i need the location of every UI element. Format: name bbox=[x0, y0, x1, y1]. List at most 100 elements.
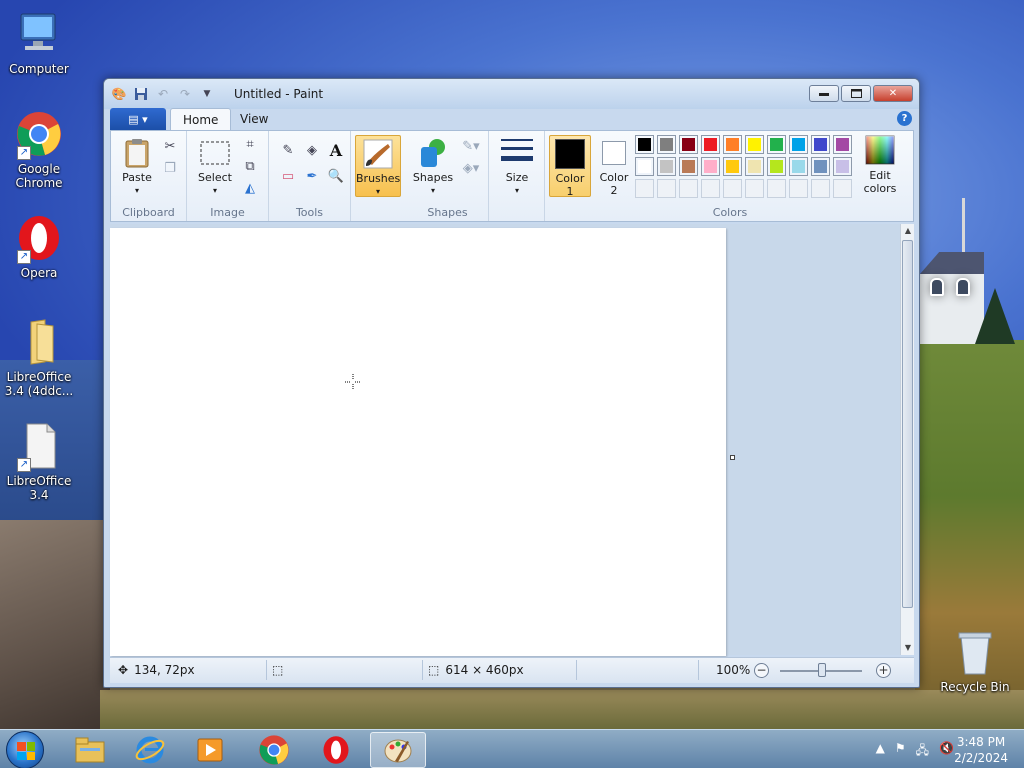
custom-color-slot[interactable] bbox=[723, 179, 742, 198]
color-swatch[interactable] bbox=[745, 135, 764, 154]
custom-color-slot[interactable] bbox=[635, 179, 654, 198]
crop-icon[interactable]: ⌗ bbox=[239, 133, 261, 155]
pencil-icon[interactable]: ✎ bbox=[277, 139, 299, 161]
copy-icon[interactable]: ❐ bbox=[159, 157, 181, 179]
color-swatch[interactable] bbox=[833, 157, 852, 176]
edit-colors-button[interactable]: Edit colors bbox=[859, 135, 901, 195]
show-hidden-icons-icon[interactable]: ▲ bbox=[876, 741, 885, 762]
desktop-icon-label: Opera bbox=[20, 266, 58, 280]
color-swatch[interactable] bbox=[657, 135, 676, 154]
color2-button[interactable]: Color 2 bbox=[593, 135, 635, 197]
cut-icon[interactable]: ✂ bbox=[159, 135, 181, 157]
magnifier-icon[interactable]: 🔍 bbox=[325, 165, 347, 187]
custom-color-slot[interactable] bbox=[657, 179, 676, 198]
color1-button[interactable]: Color 1 bbox=[549, 135, 591, 198]
color-swatch[interactable] bbox=[701, 135, 720, 154]
custom-color-slot[interactable] bbox=[789, 179, 808, 198]
scroll-up-icon[interactable]: ▲ bbox=[901, 224, 915, 238]
brushes-button[interactable]: Brushes ▾ bbox=[355, 135, 401, 197]
zoom-in-button[interactable]: + bbox=[876, 663, 891, 678]
color-swatch[interactable] bbox=[833, 135, 852, 154]
color-swatch[interactable] bbox=[789, 157, 808, 176]
resize-icon[interactable]: ⧉ bbox=[239, 155, 261, 177]
move-cursor-icon: ✥ bbox=[118, 663, 129, 677]
desktop-icon-opera[interactable]: ↗ Opera bbox=[0, 214, 78, 280]
custom-color-slot[interactable] bbox=[811, 179, 830, 198]
color-swatch[interactable] bbox=[679, 135, 698, 154]
taskbar-opera[interactable] bbox=[308, 732, 364, 768]
fill-bucket-icon[interactable]: ◈ bbox=[301, 139, 323, 161]
zoom-out-button[interactable]: − bbox=[754, 663, 769, 678]
color-swatch[interactable] bbox=[657, 157, 676, 176]
taskbar-media-player[interactable] bbox=[182, 732, 238, 768]
paint-app-icon[interactable]: 🎨 bbox=[110, 85, 128, 103]
color-swatch[interactable] bbox=[767, 157, 786, 176]
drawing-canvas[interactable] bbox=[110, 228, 726, 656]
rotate-icon[interactable]: ◭ bbox=[239, 177, 261, 199]
desktop-icon-google-chrome[interactable]: ↗ Google Chrome bbox=[0, 110, 78, 190]
scroll-thumb[interactable] bbox=[902, 240, 913, 608]
desktop-icon-computer[interactable]: Computer bbox=[0, 10, 78, 76]
text-tool-icon[interactable]: A bbox=[325, 139, 347, 161]
color-swatch[interactable] bbox=[635, 157, 654, 176]
select-button[interactable]: Select ▾ bbox=[193, 137, 237, 197]
file-menu-button[interactable]: ▤ ▾ bbox=[110, 108, 166, 130]
canvas-resize-handle[interactable] bbox=[730, 455, 735, 460]
taskbar-chrome[interactable] bbox=[246, 732, 302, 768]
desktop-icon-libreoffice-folder[interactable]: LibreOffice 3.4 (4ddc... bbox=[0, 318, 78, 398]
clock[interactable]: 3:48 PM 2/2/2024 bbox=[954, 734, 1008, 766]
quick-access-toolbar: 🎨 ↶ ↷ ▼ bbox=[110, 85, 216, 103]
color-swatch[interactable] bbox=[745, 157, 764, 176]
start-button[interactable] bbox=[6, 731, 44, 768]
group-size: Size ▾ bbox=[489, 131, 545, 221]
color-swatch[interactable] bbox=[723, 157, 742, 176]
status-bar: ✥ 134, 72px ⬚ ⬚ 614 × 460px 100% − + bbox=[110, 657, 914, 683]
color-swatch[interactable] bbox=[811, 157, 830, 176]
taskbar-internet-explorer[interactable] bbox=[122, 732, 178, 768]
close-button[interactable]: ✕ bbox=[873, 85, 913, 102]
size-label: Size bbox=[505, 171, 529, 184]
custom-color-slot[interactable] bbox=[701, 179, 720, 198]
custom-color-slot[interactable] bbox=[833, 179, 852, 198]
taskbar-paint[interactable] bbox=[370, 732, 426, 768]
color-swatch[interactable] bbox=[767, 135, 786, 154]
custom-color-slot[interactable] bbox=[679, 179, 698, 198]
tab-view[interactable]: View bbox=[228, 108, 280, 130]
paste-button[interactable]: Paste ▾ bbox=[117, 137, 157, 197]
color-swatch[interactable] bbox=[723, 135, 742, 154]
zoom-slider-thumb[interactable] bbox=[818, 663, 826, 677]
color-swatch[interactable] bbox=[701, 157, 720, 176]
fill-icon[interactable]: ◈▾ bbox=[457, 157, 485, 179]
title-bar[interactable]: 🎨 ↶ ↷ ▼ Untitled - Paint ✕ bbox=[104, 79, 919, 109]
taskbar-explorer[interactable] bbox=[62, 732, 118, 768]
volume-muted-icon[interactable]: 🔇 bbox=[939, 741, 954, 762]
chrome-icon: ↗ bbox=[15, 110, 63, 160]
redo-icon[interactable]: ↷ bbox=[176, 85, 194, 103]
desktop-icon-libreoffice[interactable]: ↗ LibreOffice 3.4 bbox=[0, 422, 78, 502]
color-swatch[interactable] bbox=[679, 157, 698, 176]
color-swatch[interactable] bbox=[789, 135, 808, 154]
eraser-icon[interactable]: ▭ bbox=[277, 165, 299, 187]
scroll-down-icon[interactable]: ▼ bbox=[901, 641, 915, 655]
color-swatch[interactable] bbox=[635, 135, 654, 154]
network-icon[interactable]: 🖧 bbox=[916, 741, 929, 762]
customize-qat-icon[interactable]: ▼ bbox=[198, 85, 216, 103]
save-icon[interactable] bbox=[132, 85, 150, 103]
action-center-flag-icon[interactable]: ⚑ bbox=[895, 741, 906, 762]
undo-icon[interactable]: ↶ bbox=[154, 85, 172, 103]
minimize-button[interactable] bbox=[809, 85, 839, 102]
tab-home[interactable]: Home bbox=[170, 108, 232, 130]
help-icon[interactable]: ? bbox=[897, 111, 912, 126]
outline-icon[interactable]: ✎▾ bbox=[457, 135, 485, 157]
custom-color-slot[interactable] bbox=[767, 179, 786, 198]
vertical-scrollbar[interactable]: ▲ ▼ bbox=[900, 224, 914, 655]
maximize-button[interactable] bbox=[841, 85, 871, 102]
color-swatch[interactable] bbox=[811, 135, 830, 154]
paint-window[interactable]: 🎨 ↶ ↷ ▼ Untitled - Paint ✕ ▤ ▾ Home View… bbox=[103, 78, 920, 688]
swatch-fill bbox=[770, 160, 783, 173]
shapes-button[interactable]: Shapes ▾ bbox=[411, 137, 455, 197]
color-picker-icon[interactable]: ✒ bbox=[301, 165, 323, 187]
desktop-icon-recycle-bin[interactable]: Recycle Bin bbox=[936, 630, 1014, 694]
custom-color-slot[interactable] bbox=[745, 179, 764, 198]
size-button[interactable]: Size ▾ bbox=[495, 137, 539, 197]
